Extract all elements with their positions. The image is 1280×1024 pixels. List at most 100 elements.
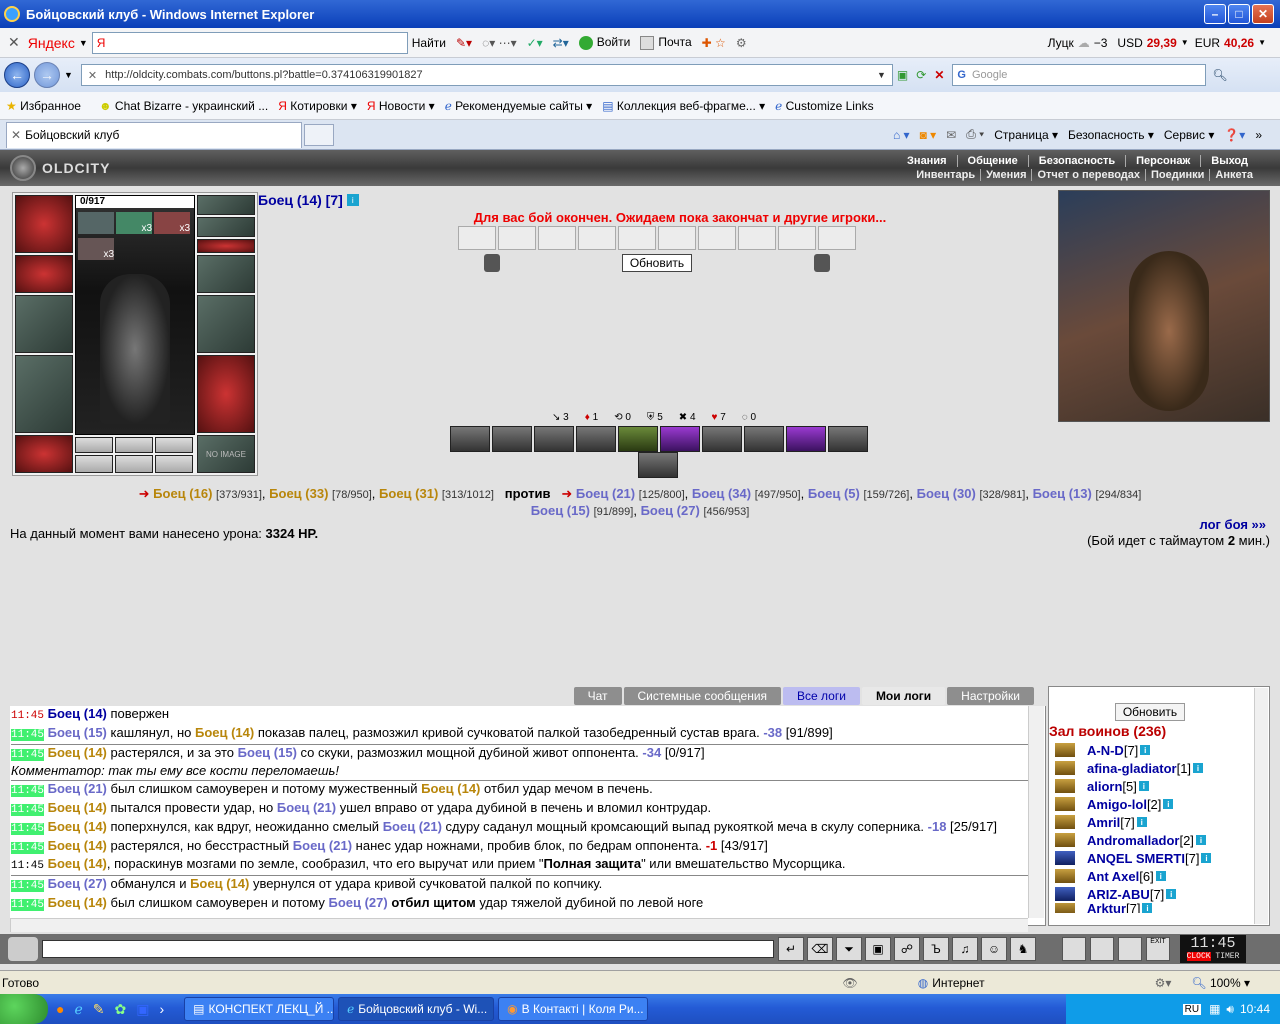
- battle-log-link[interactable]: лог боя »»: [1199, 517, 1266, 532]
- boots-slot[interactable]: [197, 355, 255, 433]
- chat-avatar-icon[interactable]: [8, 937, 38, 961]
- log-scrollbar[interactable]: [1028, 706, 1044, 918]
- team1-fighter[interactable]: Боец (16): [153, 486, 212, 501]
- smiley-icon[interactable]: ☺: [981, 937, 1007, 961]
- chevron-down-icon[interactable]: ▼: [79, 38, 88, 48]
- tray-clock[interactable]: 10:44: [1240, 1002, 1270, 1016]
- info-icon[interactable]: i: [1193, 763, 1204, 773]
- new-tab-button[interactable]: [304, 123, 334, 146]
- player-item[interactable]: Amigo-lol [2] i: [1049, 795, 1269, 813]
- fav-item-quotes[interactable]: Я Котировки ▾: [278, 99, 357, 113]
- refresh-icon[interactable]: ⟳: [916, 68, 926, 82]
- roster-scrollbar[interactable]: [1254, 688, 1268, 924]
- pen-icon[interactable]: ✎▾: [456, 36, 472, 50]
- effect-icon[interactable]: x3: [116, 212, 152, 234]
- move-slot[interactable]: [578, 226, 616, 250]
- comment-icon[interactable]: ◌▾ ⋯▾: [482, 36, 517, 50]
- task-item[interactable]: ◉ В Контакті | Коля Ри...: [498, 997, 649, 1021]
- player-item[interactable]: A-N-D [7] i: [1049, 741, 1269, 759]
- info-icon[interactable]: i: [1201, 853, 1212, 863]
- maximize-button[interactable]: □: [1228, 4, 1250, 24]
- exit-icon[interactable]: EXIT: [1146, 937, 1170, 961]
- chevron-down-icon[interactable]: ▼: [1181, 38, 1189, 47]
- amulet-slot[interactable]: [197, 195, 255, 215]
- character-name[interactable]: Боец (14) [7] i: [258, 192, 359, 208]
- ie-icon[interactable]: ℯ: [74, 1001, 82, 1018]
- skill-icon[interactable]: [702, 426, 742, 452]
- gloves-slot[interactable]: [197, 255, 255, 293]
- translit-icon[interactable]: Ъ: [923, 937, 949, 961]
- close-window-button[interactable]: ✕: [1252, 4, 1274, 24]
- rune-slot[interactable]: [115, 437, 153, 453]
- tab-active[interactable]: ✕ Бойцовский клуб: [6, 121, 302, 148]
- app-icon[interactable]: ▣: [136, 1001, 149, 1018]
- team2-fighter[interactable]: Боец (27): [641, 503, 700, 518]
- player-item[interactable]: ARIZ-ABU [7] i: [1049, 885, 1269, 903]
- armor-slot[interactable]: [15, 355, 73, 433]
- rune-slot[interactable]: [75, 437, 113, 453]
- close-toolbar-icon[interactable]: ✕: [8, 34, 20, 51]
- skill-icon[interactable]: [828, 426, 868, 452]
- rune-slot[interactable]: [75, 455, 113, 473]
- nav-transfers[interactable]: Отчет о переводах: [1032, 169, 1147, 181]
- rings-slot[interactable]: [197, 239, 255, 253]
- player-item[interactable]: afina-gladiator [1] i: [1049, 759, 1269, 777]
- task-item[interactable]: ▤ КОНСПЕКТ ЛЕКЦ_Й ...: [184, 997, 335, 1021]
- chevron-right-icon[interactable]: »: [1255, 128, 1262, 142]
- chevron-down-icon[interactable]: ▼: [64, 70, 73, 80]
- clan-icon[interactable]: ♞: [1010, 937, 1036, 961]
- info-icon[interactable]: i: [1138, 781, 1149, 791]
- nav-social[interactable]: Общение: [958, 155, 1029, 167]
- player-item[interactable]: aliorn [5] i: [1049, 777, 1269, 795]
- fav-item-suggested[interactable]: ℯ Рекомендуемые сайты ▾: [445, 99, 593, 113]
- app-icon[interactable]: ✿: [115, 1001, 127, 1018]
- filter-icon[interactable]: ⏷: [836, 937, 862, 961]
- info-icon[interactable]: i: [1140, 745, 1151, 755]
- network-icon[interactable]: ▦: [1209, 1002, 1220, 1016]
- chevron-down-icon[interactable]: ▼: [877, 70, 886, 80]
- log-hscrollbar[interactable]: [10, 918, 1028, 932]
- move-slot[interactable]: [738, 226, 776, 250]
- feeds-icon[interactable]: ◙ ▾: [920, 128, 937, 142]
- info-icon[interactable]: i: [1195, 835, 1206, 845]
- team2-fighter[interactable]: Боец (34): [692, 486, 751, 501]
- weather-city[interactable]: Луцк: [1048, 36, 1074, 50]
- site-logo[interactable]: OLDCITY: [10, 152, 130, 184]
- safety-menu[interactable]: Безопасность ▾: [1068, 128, 1154, 142]
- info-icon[interactable]: i: [346, 194, 359, 206]
- zoom-level[interactable]: 🔍︎ 100% ▾: [1191, 976, 1250, 990]
- start-button[interactable]: [0, 994, 48, 1024]
- effect-icon[interactable]: x3: [154, 212, 190, 234]
- yandex-brand[interactable]: Яндекс: [28, 35, 75, 51]
- move-slot[interactable]: [538, 226, 576, 250]
- tab-settings[interactable]: Настройки: [947, 687, 1034, 705]
- move-slot[interactable]: [658, 226, 696, 250]
- task-item-active[interactable]: ℯ Бойцовский клуб - Wi...: [338, 997, 495, 1021]
- quests-icon[interactable]: [1090, 937, 1114, 961]
- mail-icon[interactable]: ✉: [946, 128, 956, 142]
- back-icon[interactable]: ←: [4, 62, 30, 88]
- roster-refresh-button[interactable]: Обновить: [1115, 703, 1185, 721]
- rune-slot[interactable]: [155, 455, 193, 473]
- compat-icon[interactable]: ▣: [897, 68, 908, 82]
- info-icon[interactable]: i: [1155, 871, 1166, 881]
- shield-slot[interactable]: [197, 295, 255, 353]
- yandex-search-input[interactable]: Я: [91, 31, 408, 54]
- fav-item-webslices[interactable]: ▤ Коллекция веб-фрагме... ▾: [602, 99, 765, 113]
- avast-icon[interactable]: ●: [56, 1001, 64, 1017]
- tools-menu[interactable]: Сервис ▾: [1164, 128, 1214, 142]
- team1-fighter[interactable]: Боец (33): [269, 486, 328, 501]
- skill-icon[interactable]: [492, 426, 532, 452]
- stop-icon[interactable]: ✕: [934, 68, 944, 82]
- login-button[interactable]: Войти: [578, 35, 630, 50]
- player-item[interactable]: ANQEL SMERTI [7] i: [1049, 849, 1269, 867]
- player-item[interactable]: Ant Axel [6] i: [1049, 867, 1269, 885]
- app-icon[interactable]: ✎: [93, 1001, 105, 1018]
- page-menu[interactable]: Страница ▾: [994, 128, 1058, 142]
- tab-system[interactable]: Системные сообщения: [623, 687, 782, 705]
- print-icon[interactable]: ⎙ ▾: [966, 127, 984, 142]
- effect-icon[interactable]: x3: [78, 238, 114, 260]
- refresh-battle-button[interactable]: Обновить: [622, 254, 692, 272]
- chevron-right-icon[interactable]: ›: [159, 1001, 164, 1017]
- skill-icon[interactable]: [618, 426, 658, 452]
